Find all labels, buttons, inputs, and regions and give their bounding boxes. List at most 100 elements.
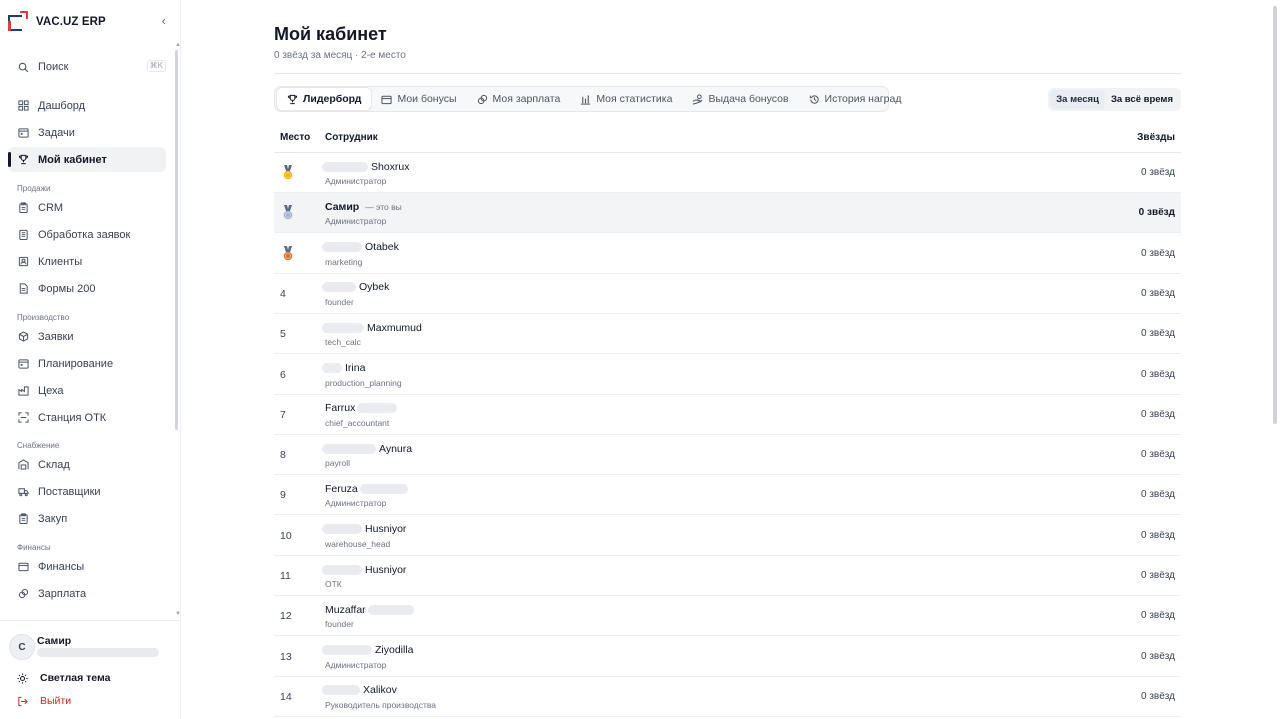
- coins-icon: [18, 588, 29, 599]
- trophy-icon: [18, 154, 29, 165]
- trophy-icon: [287, 94, 298, 105]
- contacts-icon: [18, 256, 29, 267]
- period-month-button[interactable]: За месяц: [1050, 90, 1105, 109]
- stars-count: 0 звёзд: [1141, 690, 1175, 702]
- coins-icon: [477, 94, 488, 105]
- sidebar-item-coins[interactable]: Зарплата: [8, 581, 166, 606]
- table-row[interactable]: 14 Xalikov Руководитель производства 0 звёз…: [274, 677, 1181, 717]
- rank: 6: [280, 368, 286, 381]
- scroll-down-icon[interactable]: ▼: [175, 611, 181, 617]
- table-row[interactable]: Otabek marketing 0 звёзд: [274, 234, 1181, 274]
- sidebar-item-wallet[interactable]: Финансы: [8, 554, 166, 579]
- grid-icon: [18, 100, 29, 111]
- tab-wallet[interactable]: Мои бонусы: [371, 88, 466, 110]
- sidebar-item-boxes[interactable]: Заявки: [8, 324, 166, 349]
- employee-name: Feruza: [325, 482, 358, 495]
- sidebar-item-clipboard-list[interactable]: Обработка заявок: [8, 222, 166, 247]
- scroll-up-icon[interactable]: ▲: [175, 42, 181, 48]
- sidebar-item-clipboard[interactable]: CRM: [8, 195, 166, 220]
- employee-role: founder: [325, 619, 354, 630]
- sidebar-item-clipboard[interactable]: Закуп: [8, 506, 166, 531]
- sidebar-item-label: Финансы: [38, 560, 85, 573]
- tab-bar-chart[interactable]: Моя статистика: [570, 88, 682, 110]
- app-name: VAC.UZ ERP: [36, 16, 106, 28]
- table-row[interactable]: Shoxrux Администратор 0 звёзд: [274, 153, 1181, 193]
- redacted-surname: [322, 685, 360, 696]
- employee-role: ОТК: [325, 579, 342, 589]
- sidebar-item-label: Планирование: [38, 357, 114, 370]
- stars-count: 0 звёзд: [1141, 287, 1175, 299]
- redacted-surname: [322, 161, 368, 172]
- table-row[interactable]: 7 Farrux chief_accountant 0 звёзд: [274, 395, 1181, 435]
- sidebar-item-label: Станция ОТК: [38, 411, 107, 424]
- app-logo[interactable]: VAC.UZ ERP: [8, 10, 176, 34]
- tab-coins[interactable]: Моя зарплата: [467, 88, 571, 110]
- section-label: Производство: [17, 313, 70, 322]
- tab-trophy[interactable]: Лидерборд: [277, 88, 372, 110]
- employee-name: Muzaffar: [325, 603, 366, 616]
- employee-name: Farrux: [325, 402, 356, 415]
- stars-count: 0 звёзд: [1141, 368, 1175, 380]
- scan-icon: [18, 412, 29, 423]
- sidebar-item-file[interactable]: Формы 200: [8, 276, 166, 301]
- employee-role: payroll: [325, 458, 351, 469]
- sidebar-item-truck[interactable]: Поставщики: [8, 479, 166, 504]
- medal-icon: [283, 245, 293, 260]
- section-label: Финансы: [17, 543, 51, 552]
- period-all-button[interactable]: За всё время: [1105, 90, 1179, 109]
- sidebar-item-warehouse[interactable]: Склад: [8, 452, 166, 477]
- sidebar-item-factory[interactable]: Цеха: [8, 378, 166, 403]
- table-row[interactable]: 8 Aynura payroll 0 звёзд: [274, 435, 1181, 476]
- section-label: Снабжение: [17, 441, 60, 450]
- employee-role: production_planning: [325, 377, 402, 388]
- table-row[interactable]: 12 Muzaffar founder 0 звёзд: [274, 596, 1181, 637]
- avatar[interactable]: С: [9, 634, 35, 660]
- redacted-surname: [322, 524, 362, 535]
- divider: [274, 73, 1181, 74]
- employee-role: tech_calc: [325, 337, 361, 348]
- stars-count: 0 звёзд: [1141, 408, 1175, 420]
- table-row[interactable]: 9 Feruza Администратор 0 звёзд: [274, 475, 1181, 516]
- table-row[interactable]: Самир — это вы Администратор 0 звёзд: [274, 193, 1181, 234]
- sidebar-item-contacts[interactable]: Клиенты: [8, 249, 166, 274]
- sidebar-item-label: Обработка заявок: [38, 228, 131, 241]
- employee-name: Husniyor: [365, 563, 407, 576]
- table-row[interactable]: 4 Oybek founder 0 звёзд: [274, 274, 1181, 314]
- employee-role: Администратор: [325, 659, 387, 670]
- logout-button[interactable]: Выйти: [17, 695, 71, 707]
- boxes-icon: [18, 331, 29, 342]
- tab-hand-coins[interactable]: Выдача бонусов: [682, 88, 798, 110]
- rank: 7: [280, 408, 286, 421]
- sidebar-item-trophy[interactable]: Мой кабинет: [8, 147, 166, 172]
- sidebar-item-label: Задачи: [38, 126, 75, 139]
- main-content: Мой кабинет 0 звёзд за месяц · 2-е место…: [274, 0, 1181, 719]
- table-row[interactable]: 6 Irina production_planning 0 звёзд: [274, 355, 1181, 395]
- sidebar-item-calendar[interactable]: Задачи: [8, 120, 166, 145]
- clipboard-list-icon: [18, 229, 29, 240]
- employee-role: warehouse_head: [325, 538, 391, 549]
- search-button[interactable]: Поиск ⌘K: [8, 55, 166, 79]
- sidebar-item-label: CRM: [38, 201, 64, 214]
- sidebar-item-calendar[interactable]: Планирование: [8, 351, 166, 376]
- clipboard-icon: [18, 513, 29, 524]
- page-subtitle: 0 звёзд за месяц · 2-е место: [274, 50, 406, 61]
- sidebar-scrollbar[interactable]: [175, 50, 178, 430]
- rank: 13: [280, 650, 292, 663]
- table-row[interactable]: 10 Husniyor warehouse_head 0 звёзд: [274, 516, 1181, 556]
- tab-label: Моя зарплата: [492, 93, 561, 105]
- tab-history[interactable]: История наград: [799, 88, 912, 110]
- table-row[interactable]: 11 Husniyor ОТК 0 звёзд: [274, 556, 1181, 596]
- chevron-left-icon[interactable]: ‹: [162, 14, 166, 27]
- sidebar-item-scan[interactable]: Станция ОТК: [8, 405, 166, 430]
- table-row[interactable]: 13 Ziyodilla Администратор 0 звёзд: [274, 637, 1181, 677]
- user-email-redacted: [37, 648, 159, 657]
- theme-toggle[interactable]: Светлая тема: [17, 672, 110, 684]
- table-row[interactable]: 5 Maxmumud tech_calc 0 звёзд: [274, 314, 1181, 355]
- active-indicator: [8, 152, 11, 167]
- col-place: Место: [280, 132, 311, 143]
- tab-label: Мои бонусы: [397, 93, 457, 105]
- sidebar-item-grid[interactable]: Дашборд: [8, 93, 166, 118]
- employee-name: Самир: [325, 200, 360, 213]
- search-icon: [18, 62, 29, 73]
- page-scrollbar[interactable]: [1273, 6, 1277, 424]
